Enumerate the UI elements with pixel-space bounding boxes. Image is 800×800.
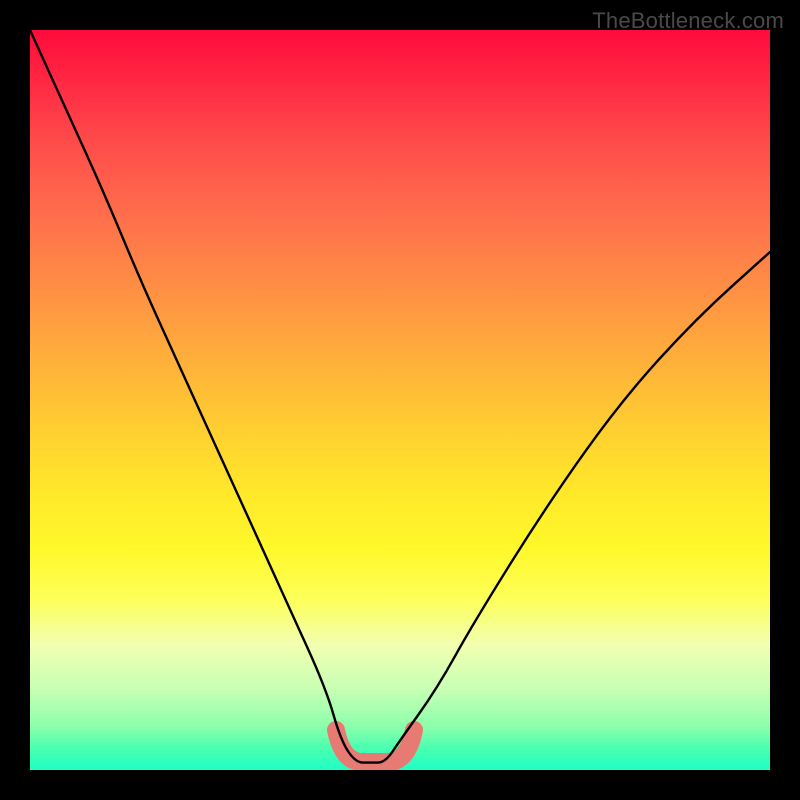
plot-area: [30, 30, 770, 770]
bottleneck-curve: [30, 30, 770, 763]
watermark-text: TheBottleneck.com: [592, 8, 784, 34]
curve-layer: [30, 30, 770, 770]
flat-minimum-highlight: [336, 730, 414, 762]
chart-frame: TheBottleneck.com: [0, 0, 800, 800]
